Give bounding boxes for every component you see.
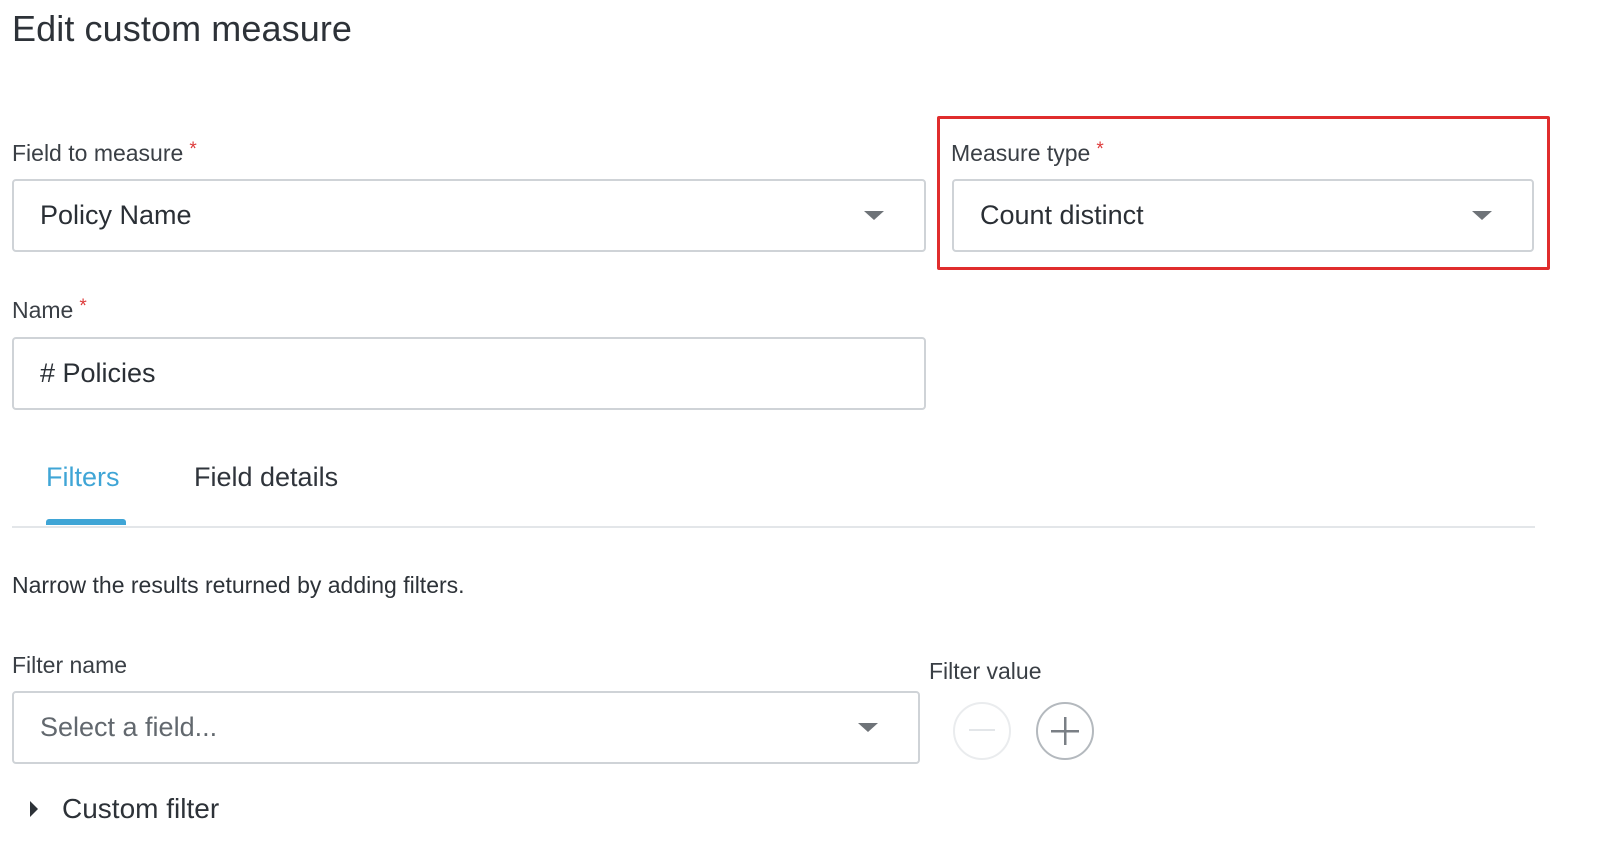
tab-divider [12,526,1535,528]
name-label-text: Name [12,297,74,323]
chevron-down-icon [858,723,878,732]
field-to-measure-value: Policy Name [40,200,192,230]
field-to-measure-label-text: Field to measure [12,140,184,166]
filter-value-label: Filter value [929,658,1042,684]
field-to-measure-select[interactable]: Policy Name [12,179,926,252]
name-input-value: # Policies [40,358,156,388]
remove-filter-button[interactable] [953,702,1011,760]
tab-filters[interactable]: Filters [46,462,120,493]
name-input[interactable]: # Policies [12,337,926,410]
caret-right-icon[interactable] [30,801,38,817]
custom-filter-toggle[interactable]: Custom filter [62,793,219,825]
minus-icon [969,729,995,731]
tab-field-details[interactable]: Field details [194,462,338,493]
filters-help-text: Narrow the results returned by adding fi… [12,572,465,598]
active-tab-indicator [46,519,126,525]
add-filter-button[interactable] [1036,702,1094,760]
required-marker: * [189,139,197,160]
name-label: Name * [12,296,87,324]
required-marker: * [79,296,87,317]
field-to-measure-label: Field to measure * [12,139,197,167]
plus-icon [1051,717,1079,745]
highlight-box [937,116,1550,270]
filter-name-select[interactable]: Select a field... [12,691,920,764]
filter-name-label: Filter name [12,652,128,678]
filter-name-placeholder: Select a field... [40,712,218,742]
page-title: Edit custom measure [12,8,353,49]
chevron-down-icon [864,211,884,220]
